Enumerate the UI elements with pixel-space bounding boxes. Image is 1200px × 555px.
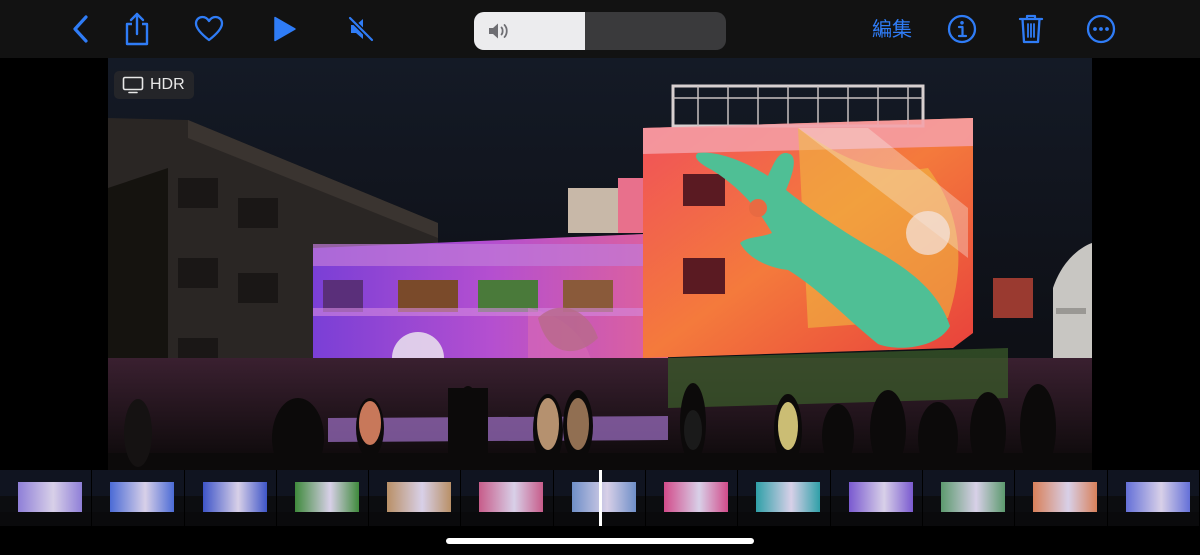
frame-ground [0, 512, 92, 526]
edit-button[interactable]: 編集 [872, 14, 912, 44]
frame-ground [276, 512, 369, 526]
frame-building [756, 482, 821, 512]
heart-icon [194, 15, 224, 42]
frame-ground [922, 512, 1015, 526]
home-indicator[interactable] [446, 538, 754, 544]
filmstrip-frame[interactable] [92, 470, 185, 526]
trash-icon [1018, 14, 1044, 44]
frame-building [18, 482, 82, 512]
speaker-icon [489, 23, 508, 39]
frame-ground [830, 512, 922, 526]
info-button[interactable] [941, 8, 983, 50]
filmstrip-frame[interactable] [646, 470, 739, 526]
info-icon [947, 14, 977, 44]
volume-slider[interactable] [474, 12, 726, 50]
frame-ground [646, 512, 738, 526]
frame-building [1125, 482, 1190, 512]
frame-building [1033, 482, 1098, 512]
frame-ground [1015, 512, 1107, 526]
frame-building [848, 482, 913, 512]
frame-building [294, 482, 359, 512]
frame-ground [184, 512, 276, 526]
frame-building [110, 482, 175, 512]
frame-building [664, 482, 729, 512]
scrubber-playhead[interactable] [598, 470, 602, 526]
filmstrip-frame[interactable] [276, 470, 370, 526]
more-button[interactable] [1080, 8, 1122, 50]
mute-button[interactable] [340, 8, 382, 50]
frame-ground [1107, 512, 1199, 526]
display-icon [122, 76, 144, 94]
frame-building [571, 482, 636, 512]
hdr-badge: HDR [114, 71, 194, 99]
filmstrip-frame[interactable] [461, 470, 554, 526]
filmstrip-frame[interactable] [1015, 470, 1108, 526]
projection-mapping-scene [108, 84, 1092, 470]
favorite-button[interactable] [188, 8, 230, 50]
video-frame[interactable] [108, 58, 1092, 470]
frame-building [479, 482, 544, 512]
chevron-left-icon [73, 15, 88, 43]
frame-ground [461, 512, 553, 526]
top-toolbar: 編集 [0, 0, 1200, 58]
filmstrip-frame[interactable] [738, 470, 831, 526]
share-icon [125, 12, 149, 46]
filmstrip-frame[interactable] [184, 470, 277, 526]
frame-building [202, 482, 267, 512]
back-button[interactable] [60, 8, 102, 50]
frame-building [387, 482, 452, 512]
share-button[interactable] [116, 8, 158, 50]
frame-ground [738, 512, 830, 526]
play-button[interactable] [264, 8, 306, 50]
photos-video-viewer: 編集 HDR [0, 0, 1200, 555]
filmstrip-frame[interactable] [1107, 470, 1200, 526]
hdr-label: HDR [150, 76, 185, 93]
filmstrip-frame[interactable] [369, 470, 462, 526]
speaker-muted-icon [347, 15, 375, 43]
delete-button[interactable] [1010, 8, 1052, 50]
video-stage: HDR [0, 58, 1200, 470]
frame-ground [92, 512, 184, 526]
ellipsis-circle-icon [1086, 14, 1116, 44]
filmstrip-frame[interactable] [0, 470, 93, 526]
frame-building [940, 482, 1005, 512]
play-icon [274, 16, 296, 42]
filmstrip-frame[interactable] [830, 470, 923, 526]
frame-ground [369, 512, 461, 526]
filmstrip-frame[interactable] [922, 470, 1016, 526]
